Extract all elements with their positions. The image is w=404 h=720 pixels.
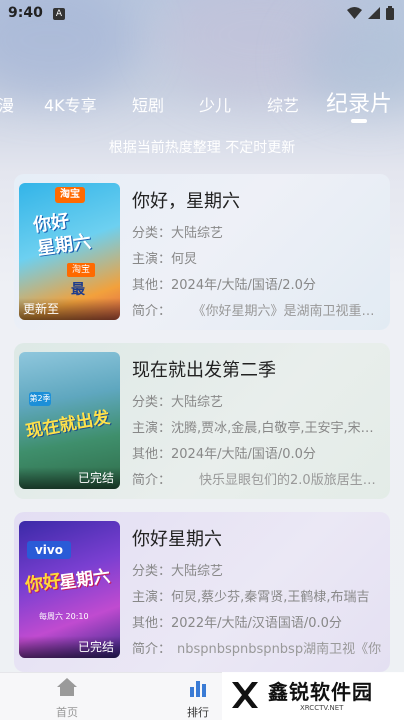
intro-label: 简介： [132, 473, 172, 488]
poster-text: 最 [71, 282, 85, 298]
intro-value: 快乐显眼包们的2.0版旅居生… [199, 473, 376, 488]
rank-icon [190, 681, 206, 697]
tab-documentary[interactable]: 纪录片 [326, 86, 392, 118]
category-value: 大陆综艺 [171, 395, 224, 410]
tab-variety[interactable]: 综艺 [267, 92, 299, 116]
item-cast: 主演：沈腾,贾冰,金晨,白敬亭,王安宇,宋… [132, 417, 382, 436]
poster-title: 现在就出发 [24, 407, 112, 443]
poster-status: 更新至20250126 [19, 298, 120, 320]
watermark-logo-icon [232, 682, 258, 708]
item-title[interactable]: 你好星期六 [132, 525, 222, 551]
cast-label: 主演： [132, 421, 172, 436]
nav-rank[interactable]: 排行 [168, 675, 228, 720]
item-title[interactable]: 现在就出发第二季 [132, 356, 276, 382]
poster-title-1: 你好 [23, 570, 63, 597]
poster-status: 已完结 [19, 636, 120, 658]
list-item[interactable]: 淘宝 你好 星期六 淘宝 最 更新至20250126 你好，星期六 分类：大陆综… [14, 174, 390, 330]
item-other: 其他：2022年/大陆/汉语国语/0.0分 [132, 612, 382, 631]
poster-brand: vivo [27, 541, 71, 559]
poster-brand: 淘宝 [55, 187, 85, 203]
tab-short-drama[interactable]: 短剧 [132, 92, 164, 116]
category-label: 分类： [132, 226, 172, 241]
list-item[interactable]: vivo 你好 星期六 每周六 20:10 已完结 你好星期六 分类：大陆综艺 … [14, 512, 390, 672]
poster-status: 已完结 [19, 467, 120, 489]
other-label: 其他： [132, 447, 172, 462]
poster-season: 第2季 [29, 392, 51, 406]
status-icons [347, 6, 394, 20]
cast-value: 何炅,蔡少芬,秦霄贤,王鹤棣,布瑞吉 [171, 590, 370, 605]
tab-4k[interactable]: 4K专享 [44, 92, 97, 116]
other-value: 2024年/大陆/国语/2.0分 [171, 278, 316, 293]
item-cast: 主演：何炅 [132, 248, 382, 267]
cast-value: 沈腾,贾冰,金晨,白敬亭,王安宇,宋… [171, 421, 374, 436]
item-intro: 简介： nbspnbspnbspnbsp湖南卫视《你… [132, 638, 382, 657]
category-tabs: 漫 4K专享 短剧 少儿 综艺 纪录片 [0, 78, 404, 126]
tab-kids[interactable]: 少儿 [199, 92, 231, 116]
cast-label: 主演： [132, 590, 172, 605]
watermark-url: XRCCTV.NET [300, 704, 344, 712]
intro-value: 《你好星期六》是湖南卫视重… [199, 304, 375, 319]
item-category: 分类：大陆综艺 [132, 391, 382, 410]
nav-home[interactable]: 首页 [37, 675, 97, 720]
intro-value: nbspnbspnbspnbsp湖南卫视《你… [177, 642, 382, 657]
cast-value: 何炅 [171, 252, 198, 267]
other-value: 2024年/大陆/国语/0.0分 [171, 447, 316, 462]
item-cast: 主演：何炅,蔡少芬,秦霄贤,王鹤棣,布瑞吉 [132, 586, 382, 605]
notification-icon: A [53, 8, 65, 20]
cast-label: 主演： [132, 252, 172, 267]
item-title[interactable]: 你好，星期六 [132, 187, 240, 213]
item-other: 其他：2024年/大陆/国语/2.0分 [132, 274, 382, 293]
category-label: 分类： [132, 395, 172, 410]
item-other: 其他：2024年/大陆/国语/0.0分 [132, 443, 382, 462]
item-intro: 简介： 快乐显眼包们的2.0版旅居生… [132, 469, 382, 488]
list-subtitle: 根据当前热度整理 不定时更新 [108, 140, 296, 156]
battery-icon [386, 6, 394, 20]
nav-rank-label: 排行 [187, 706, 209, 719]
other-label: 其他： [132, 278, 172, 293]
category-value: 大陆综艺 [171, 564, 224, 579]
category-value: 大陆综艺 [171, 226, 224, 241]
home-icon [57, 678, 77, 696]
signal-icon [368, 7, 380, 19]
other-value: 2022年/大陆/汉语国语/0.0分 [171, 616, 342, 631]
other-label: 其他： [132, 616, 172, 631]
tab-man[interactable]: 漫 [0, 92, 14, 116]
intro-label: 简介： [132, 642, 172, 657]
wifi-icon [347, 7, 362, 19]
poster-image: 淘宝 你好 星期六 淘宝 最 更新至20250126 [19, 183, 120, 320]
poster-title-2: 星期六 [58, 566, 112, 594]
watermark-name: 鑫锐软件园 [268, 680, 373, 704]
intro-label: 简介： [132, 304, 172, 319]
poster-brand-2: 淘宝 [67, 263, 95, 277]
list-item[interactable]: 第2季 现在就出发 已完结 现在就出发第二季 分类：大陆综艺 主演：沈腾,贾冰,… [14, 343, 390, 499]
category-label: 分类： [132, 564, 172, 579]
item-category: 分类：大陆综艺 [132, 222, 382, 241]
status-time: 9:40 [8, 5, 43, 21]
tab-indicator [351, 119, 367, 123]
poster-schedule: 每周六 20:10 [39, 612, 89, 621]
poster-image: vivo 你好 星期六 每周六 20:10 已完结 [19, 521, 120, 658]
poster-image: 第2季 现在就出发 已完结 [19, 352, 120, 489]
item-category: 分类：大陆综艺 [132, 560, 382, 579]
item-intro: 简介： 《你好星期六》是湖南卫视重… [132, 300, 382, 319]
nav-home-label: 首页 [56, 706, 78, 719]
status-bar: 9:40 A [0, 0, 404, 30]
